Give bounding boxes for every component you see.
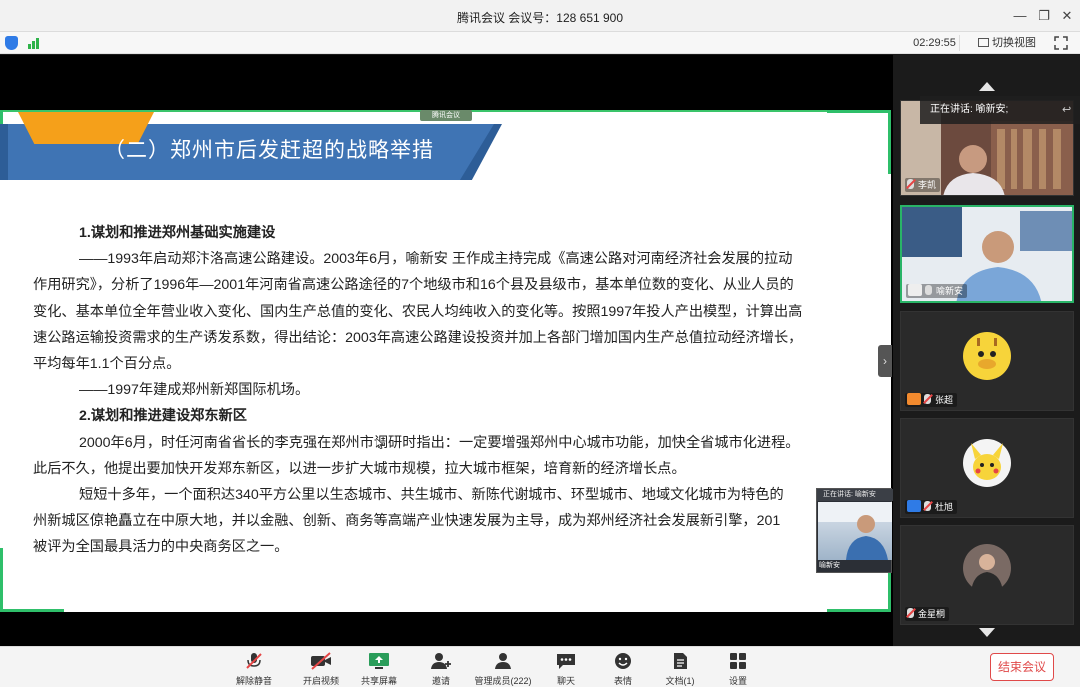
end-meeting-button[interactable]: 结束会议: [990, 653, 1054, 681]
manage-members-button[interactable]: 管理成员(222): [470, 652, 536, 687]
slide-body: 1.谋划和推进郑州基础实施建设 ——1993年启动郑汴洛高速公路建设。2003年…: [33, 220, 853, 561]
paragraph-3a: 2000年6月，时任河南省省长的李克强在郑州市调研时指出：一定要增强郑州中心城市…: [79, 434, 800, 451]
heading-1: 1.谋划和推进郑州基础实施建设: [79, 225, 276, 241]
participant-label: 李凯: [905, 178, 941, 192]
minimize-icon[interactable]: —: [1010, 6, 1030, 26]
paragraph-1c: 变化、基本单位全年营业收入变化、国内生产总值的变化、农民人均纯收入的变化等。按照…: [33, 303, 803, 320]
mic-muted-icon: [924, 501, 931, 511]
paragraph-4c: 被评为全国最具活力的中央商务区之一。: [33, 539, 289, 556]
chat-label: 聊天: [556, 676, 575, 686]
collapse-panel-button[interactable]: ›: [878, 345, 892, 377]
invite-label: 邀请: [431, 676, 450, 686]
participant-label: 喻新安: [906, 284, 968, 298]
start-video-button[interactable]: 开启视频: [299, 652, 343, 687]
shared-slide: 腾讯会议 （二）郑州市后发赶超的战略举措 1.谋划和推进郑州基础实施建设 ——1…: [0, 110, 891, 612]
participant-name: 张超: [935, 395, 954, 405]
documents-button[interactable]: 文档(1): [660, 652, 700, 687]
participant-tile[interactable]: 张超: [900, 311, 1074, 411]
pip-caption: 正在讲话: 喻新安: [817, 489, 893, 501]
paragraph-1e: 平均每年1.1个百分点。: [33, 356, 181, 373]
close-icon[interactable]: ✕: [1057, 6, 1077, 26]
tencent-watermark: 腾讯会议: [420, 110, 472, 121]
screen-share-icon: [908, 284, 922, 296]
emoji-icon: [615, 653, 631, 669]
switch-view-label: 切换视图: [992, 37, 1036, 49]
paragraph-4b: 州新城区倞艳矗立在中原大地，并以金融、创新、商务等高端产业快速发展为主导，成为郑…: [33, 513, 781, 530]
user-orange-icon: [907, 393, 921, 405]
mic-muted-icon: [907, 179, 914, 189]
invite-button[interactable]: 邀请: [424, 652, 458, 687]
user-blue-icon: [907, 500, 921, 512]
start-video-label: 开启视频: [302, 676, 339, 686]
slide-title: （二）郑州市后发赶超的战略举措: [104, 139, 434, 162]
paragraph-4a: 短短十多年，一个面积达340平方公里以生态城市、共生城市、新陈代谢城市、环型城市…: [79, 487, 784, 504]
meeting-window: 腾讯会议 会议号：128 651 900 — ❐ ✕ 02:29:55 切换视图…: [0, 0, 1080, 687]
mic-muted-icon: [246, 653, 262, 669]
emoji-button[interactable]: 表情: [607, 652, 639, 687]
slide-corner-tr: [827, 110, 891, 174]
documents-label: 文档(1): [665, 676, 695, 686]
speaking-text: 正在讲话: 喻新安;: [930, 104, 1009, 115]
unmute-label: 解除静音: [235, 676, 272, 686]
fullscreen-icon[interactable]: [1053, 35, 1069, 51]
participant-label: 张超: [905, 393, 958, 407]
mouse-cursor-icon: [376, 438, 384, 449]
paragraph-2: ——1997年建成郑州新郑国际机场。: [79, 382, 310, 399]
scroll-down-icon[interactable]: [979, 628, 995, 637]
info-bar: 02:29:55 切换视图: [0, 32, 1080, 54]
document-icon: [674, 653, 687, 669]
participant-name: 杜旭: [935, 502, 954, 512]
pip-name: 喻新安: [819, 562, 840, 569]
scroll-up-icon[interactable]: [979, 82, 995, 91]
photo-avatar-icon: [963, 544, 1011, 592]
mic-muted-icon: [907, 608, 914, 618]
grid-view-icon: [978, 38, 989, 47]
paragraph-1a: ——1993年启动郑汴洛高速公路建设。2003年6月，喻新安 王作成主持完成《高…: [79, 251, 793, 268]
share-screen-button[interactable]: 共享屏幕: [357, 652, 401, 687]
pikachu-avatar-icon: [963, 439, 1011, 487]
giraffe-avatar-icon: [963, 332, 1011, 380]
paragraph-1b: 作用研究》，分析了1996年—2001年河南省高速公路途径的7个地级市和16个县…: [33, 277, 794, 294]
window-title: 腾讯会议 会议号：128 651 900: [456, 11, 624, 25]
unmute-button[interactable]: 解除静音: [232, 652, 276, 687]
back-arrow-icon[interactable]: ↩: [1062, 104, 1074, 116]
share-screen-icon: [369, 653, 389, 669]
participant-name: 李凯: [918, 180, 937, 190]
switch-view-button[interactable]: 切换视图: [978, 35, 1036, 51]
floating-speaker-window[interactable]: 正在讲话: 喻新安 喻新安: [816, 488, 893, 573]
meeting-timer: 02:29:55: [910, 35, 960, 51]
signal-strength-icon[interactable]: [28, 37, 42, 49]
members-icon: [495, 653, 511, 669]
settings-button[interactable]: 设置: [722, 652, 754, 687]
participant-label: 杜旭: [905, 500, 958, 514]
title-bar: 腾讯会议 会议号：128 651 900 — ❐ ✕: [0, 0, 1080, 32]
speaker-figure-icon: [818, 502, 892, 560]
mic-muted-icon: [924, 394, 931, 404]
pip-video: [818, 502, 892, 560]
heading-2: 2.谋划和推进建设郑东新区: [79, 408, 247, 425]
manage-members-label: 管理成员(222): [474, 676, 532, 686]
speaking-indicator: 正在讲话: 喻新安; ↩: [920, 96, 1080, 124]
participant-name: 金星桐: [918, 609, 946, 619]
emoji-label: 表情: [613, 676, 632, 686]
mic-on-icon: [925, 285, 932, 295]
chat-icon: [557, 654, 575, 669]
participant-tile-active[interactable]: 喻新安: [900, 205, 1074, 303]
share-screen-label: 共享屏幕: [360, 676, 397, 686]
invite-user-icon: [431, 653, 451, 669]
participant-tile[interactable]: 杜旭: [900, 418, 1074, 518]
participant-label: 金星桐: [905, 607, 950, 621]
participant-tile[interactable]: 金星桐: [900, 525, 1074, 625]
bottom-toolbar: 解除静音 开启视频 共享屏幕 邀请 管理成员(222) 聊天 表情 文档(1) …: [0, 646, 1080, 687]
participant-name: 喻新安: [936, 286, 964, 296]
restore-icon[interactable]: ❐: [1034, 6, 1054, 26]
paragraph-1d: 速公路运输投资需求的生产诱发系数，得出结论：2003年高速公路建设投资并加上各部…: [33, 329, 803, 346]
apps-grid-icon: [730, 653, 746, 669]
settings-label: 设置: [728, 676, 747, 686]
paragraph-3b: 此后不久，他提出要加快开发郑东新区，以进一步扩大城市规模，拉大城市框架，培育新的…: [33, 460, 686, 477]
security-shield-icon[interactable]: [5, 36, 18, 50]
video-off-icon: [311, 652, 331, 670]
chat-button[interactable]: 聊天: [550, 652, 582, 687]
